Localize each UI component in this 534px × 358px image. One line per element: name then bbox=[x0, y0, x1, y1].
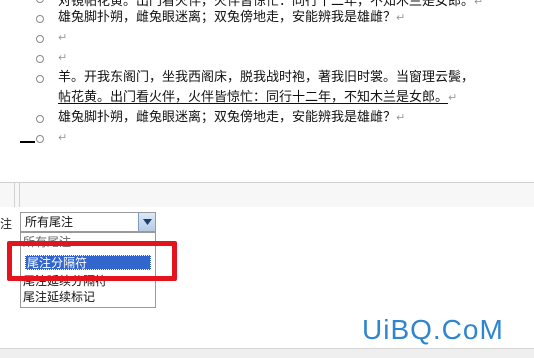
paragraph-bullet bbox=[36, 135, 44, 143]
paragraph-bullet bbox=[36, 55, 44, 63]
text-cursor bbox=[20, 141, 35, 143]
annotation-highlight-box bbox=[7, 241, 177, 281]
document-line: 羊。开我东阁门，坐我西阁床，脱我战时袍，著我旧时裳。当窗理云鬓， bbox=[58, 70, 475, 85]
document-line: 雄兔脚扑朔，雌兔眼迷离；双兔傍地走，安能辨我是雄雌？ ↵ bbox=[58, 10, 406, 25]
document-line: 雄兔脚扑朔，雌兔眼迷离；双兔傍地走，安能辨我是雄雌？ ↵ bbox=[58, 110, 406, 125]
dropdown-arrow-button[interactable] bbox=[138, 213, 155, 231]
pane-splitter[interactable] bbox=[0, 182, 534, 208]
paragraph-bullet bbox=[36, 0, 44, 3]
dropdown-option[interactable]: 尾注延续标记 bbox=[23, 290, 95, 305]
paragraph-bullet bbox=[36, 35, 44, 43]
paragraph-bullet bbox=[36, 75, 44, 83]
notes-select-value: 所有尾注 bbox=[25, 215, 74, 229]
document-area[interactable]: 对镜帖花黄。出门看火伴，火伴皆惊忙：同行十二年，不知木兰是女郎。 ↵ 雄兔脚扑朔，… bbox=[0, 0, 534, 150]
notes-label: 尾注 bbox=[0, 217, 13, 231]
paragraph-bullet bbox=[36, 15, 44, 23]
notes-select[interactable]: 所有尾注 bbox=[20, 212, 156, 232]
watermark-logo: UiBQ.CoM bbox=[362, 314, 504, 345]
paragraph-bullet bbox=[36, 115, 44, 123]
chevron-down-icon bbox=[142, 219, 152, 225]
splitter-tick bbox=[19, 183, 20, 207]
splitter-tick bbox=[14, 183, 15, 207]
document-line: 帖花黄。出门看火伴，火伴皆惊忙：同行十二年，不知木兰是女郎。 ↵ bbox=[58, 90, 458, 105]
